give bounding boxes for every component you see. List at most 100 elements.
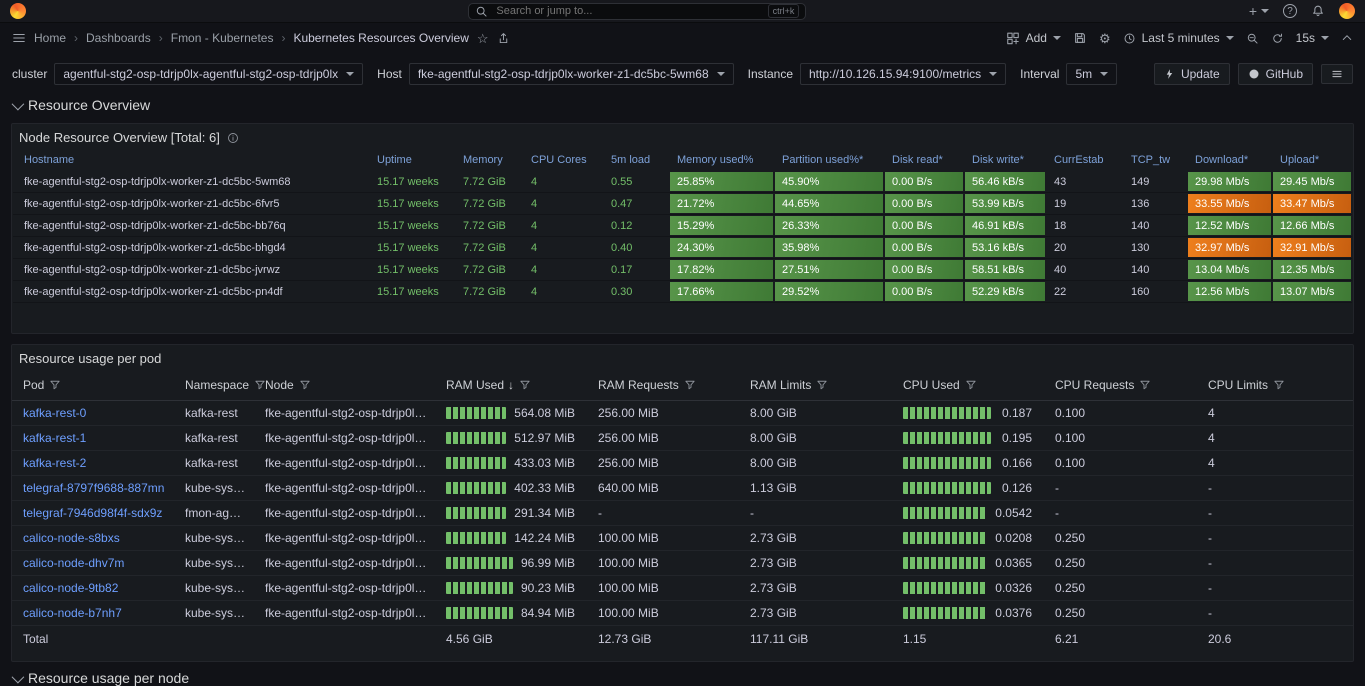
pod-column-namespace[interactable]: Namespace <box>174 372 254 401</box>
search-input[interactable] <box>494 4 761 18</box>
node-partition-used: 35.98% <box>774 237 884 259</box>
notifications-bell-button[interactable] <box>1311 4 1325 18</box>
favorite-star-button[interactable]: ☆ <box>477 32 489 45</box>
refresh-interval-picker[interactable]: 15s <box>1296 31 1329 45</box>
filter-icon[interactable] <box>50 379 60 393</box>
pod-table-row: calico-node-dhv7mkube-systemfke-agentful… <box>12 551 1353 576</box>
value-gauge-cell: 45.90% <box>775 172 883 191</box>
next-section-header-partial[interactable]: Resource usage per node <box>12 670 1353 686</box>
node-column-upload[interactable]: Upload* <box>1272 151 1352 171</box>
filter-icon[interactable] <box>1274 379 1284 393</box>
help-button[interactable]: ? <box>1283 4 1297 18</box>
pod-name-link[interactable]: calico-node-b7nh7 <box>12 601 174 626</box>
pod-column-ram-used[interactable]: RAM Used ↓ <box>435 372 587 401</box>
pod-name-link[interactable]: telegraf-7946d98f4f-sdx9z <box>12 501 174 526</box>
node-column-partition-used[interactable]: Partition used%* <box>774 151 884 171</box>
filter-icon[interactable] <box>685 379 695 393</box>
dashboard-settings-gear-button[interactable]: ⚙ <box>1099 32 1111 45</box>
node-column-5m-load[interactable]: 5m load <box>603 151 669 171</box>
total-label: Total <box>12 626 435 652</box>
node-column-uptime[interactable]: Uptime <box>369 151 455 171</box>
zoom-out-button[interactable] <box>1246 32 1259 45</box>
lcd-gauge-bar <box>903 607 987 619</box>
breadcrumb-folder[interactable]: Fmon - Kubernetes <box>171 31 274 45</box>
pod-name-link[interactable]: kafka-rest-2 <box>12 451 174 476</box>
pod-name-link[interactable]: telegraf-8797f9688-887mn <box>12 476 174 501</box>
panel-header[interactable]: Node Resource Overview [Total: 6] <box>12 124 1353 151</box>
search-box[interactable]: ctrl+k <box>468 3 806 20</box>
save-dashboard-button[interactable] <box>1073 31 1087 45</box>
node-memory-used: 21.72% <box>669 193 774 215</box>
filter-icon[interactable] <box>300 379 310 393</box>
value-gauge-cell: 29.98 Mb/s <box>1188 172 1271 191</box>
section-resource-overview[interactable]: Resource Overview <box>12 97 1353 113</box>
collapse-nav-chevron-up-button[interactable] <box>1341 32 1353 44</box>
node-column-currestab[interactable]: CurrEstab <box>1046 151 1123 171</box>
pod-column-cpu-limits[interactable]: CPU Limits <box>1197 372 1353 401</box>
node-5m-load: 0.17 <box>603 259 669 281</box>
column-label: RAM Used <box>446 378 504 392</box>
pod-column-ram-requests[interactable]: RAM Requests <box>587 372 739 401</box>
chevron-down-icon <box>12 97 25 110</box>
github-button[interactable]: GitHub <box>1238 63 1313 85</box>
variable-interval-select[interactable]: 5m <box>1066 63 1117 85</box>
node-column-memory-used[interactable]: Memory used% <box>669 151 774 171</box>
time-range-picker[interactable]: Last 5 minutes <box>1123 31 1234 45</box>
sort-desc-icon[interactable]: ↓ <box>508 378 514 392</box>
pod-namespace: kube-system <box>174 526 254 551</box>
pod-column-cpu-requests[interactable]: CPU Requests <box>1044 372 1197 401</box>
node-partition-used: 45.90% <box>774 171 884 193</box>
variable-instance-select[interactable]: http://10.126.15.94:9100/metrics <box>800 63 1006 85</box>
variable-host-select[interactable]: fke-agentful-stg2-osp-tdrjp0lx-worker-z1… <box>409 63 734 85</box>
node-column-disk-read[interactable]: Disk read* <box>884 151 964 171</box>
user-avatar[interactable] <box>1339 3 1355 19</box>
new-menu-button[interactable]: + <box>1249 3 1269 19</box>
filter-icon[interactable] <box>966 379 976 393</box>
share-button[interactable] <box>497 32 510 45</box>
pod-column-node[interactable]: Node <box>254 372 435 401</box>
pod-name-link[interactable]: calico-node-s8bxs <box>12 526 174 551</box>
breadcrumb-home[interactable]: Home <box>34 31 66 45</box>
refresh-button[interactable] <box>1271 32 1284 45</box>
filter-icon[interactable] <box>1140 379 1150 393</box>
pod-cpu-used: 0.195 <box>892 426 1044 451</box>
panel-list-menu-button[interactable] <box>1321 64 1353 84</box>
pod-column-cpu-used[interactable]: CPU Used <box>892 372 1044 401</box>
pod-name-link[interactable]: kafka-rest-0 <box>12 401 174 426</box>
node-column-disk-write[interactable]: Disk write* <box>964 151 1046 171</box>
variable-cluster-select[interactable]: agentful-stg2-osp-tdrjp0lx-agentful-stg2… <box>54 63 363 85</box>
pod-name-link[interactable]: calico-node-9tb82 <box>12 576 174 601</box>
node-column-memory[interactable]: Memory <box>455 151 523 171</box>
add-panel-button[interactable]: Add <box>1006 31 1061 45</box>
filter-icon[interactable] <box>817 379 827 393</box>
github-icon <box>1248 68 1260 80</box>
pod-ram-used: 90.23 MiB <box>435 576 587 601</box>
node-column-tcp-tw[interactable]: TCP_tw <box>1123 151 1187 171</box>
filter-icon[interactable] <box>255 379 265 393</box>
value-gauge-cell: 24.30% <box>670 238 773 257</box>
chevron-down-icon <box>1261 9 1269 13</box>
filter-icon[interactable] <box>520 379 530 393</box>
node-column-hostname[interactable]: Hostname <box>13 151 369 171</box>
pod-name-link[interactable]: kafka-rest-1 <box>12 426 174 451</box>
value-gauge-cell: 12.56 Mb/s <box>1188 282 1271 301</box>
pod-ram-used: 291.34 MiB <box>435 501 587 526</box>
node-column-download[interactable]: Download* <box>1187 151 1272 171</box>
panel-header[interactable]: Resource usage per pod <box>12 345 1353 372</box>
pod-name-link[interactable]: calico-node-dhv7m <box>12 551 174 576</box>
pod-table-total-row: Total 4.56 GiB 12.73 GiB 117.11 GiB 1.15… <box>12 626 1353 652</box>
ram-used-value: 142.24 MiB <box>514 531 579 545</box>
info-icon[interactable] <box>227 132 239 144</box>
pod-column-ram-limits[interactable]: RAM Limits <box>739 372 892 401</box>
pod-column-pod[interactable]: Pod <box>12 372 174 401</box>
pod-table-row: calico-node-9tb82kube-systemfke-agentful… <box>12 576 1353 601</box>
value-gauge-cell: 17.82% <box>670 260 773 279</box>
menu-hamburger-button[interactable] <box>12 31 26 45</box>
breadcrumb-dashboards[interactable]: Dashboards <box>86 31 151 45</box>
value-gauge-cell: 58.51 kB/s <box>965 260 1045 279</box>
cpu-used-gauge: 0.0208 <box>903 531 1036 545</box>
ram-used-gauge: 512.97 MiB <box>446 431 579 445</box>
update-button[interactable]: Update <box>1154 63 1230 85</box>
value-gauge-cell: 33.55 Mb/s <box>1188 194 1271 213</box>
node-column-cpu-cores[interactable]: CPU Cores <box>523 151 603 171</box>
